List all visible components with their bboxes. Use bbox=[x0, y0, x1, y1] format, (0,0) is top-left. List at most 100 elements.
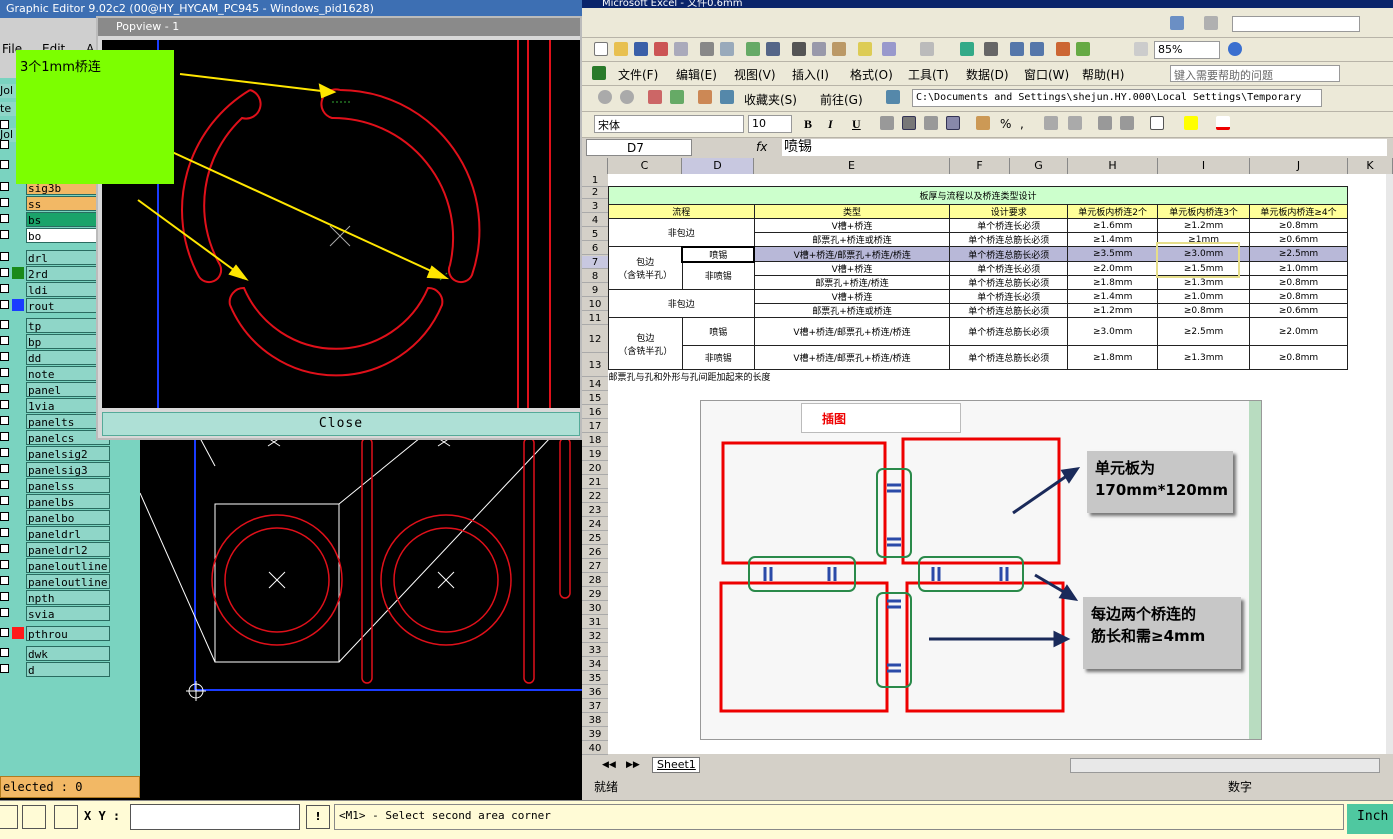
hyperlink-icon[interactable] bbox=[960, 42, 974, 56]
print-preview-icon[interactable] bbox=[720, 42, 734, 56]
paste-icon[interactable] bbox=[832, 42, 846, 56]
select-all-corner[interactable] bbox=[582, 158, 608, 174]
font-color-icon[interactable] bbox=[1216, 116, 1230, 130]
row-header[interactable]: 23 bbox=[582, 504, 608, 517]
row-header[interactable]: 35 bbox=[582, 672, 608, 685]
line-style-select[interactable] bbox=[1232, 16, 1360, 32]
row-header[interactable]: 17 bbox=[582, 420, 608, 433]
row-header[interactable]: 27 bbox=[582, 560, 608, 573]
menu-help[interactable]: 帮助(H) bbox=[1082, 66, 1124, 83]
layer-row[interactable]: paneldrl2 bbox=[0, 542, 112, 557]
row-header[interactable]: 24 bbox=[582, 518, 608, 531]
col-header-f[interactable]: F bbox=[950, 158, 1010, 174]
row-header[interactable]: 34 bbox=[582, 658, 608, 671]
row-header[interactable]: 10 bbox=[582, 298, 608, 311]
font-size-select[interactable]: 10 bbox=[748, 115, 792, 133]
layer-checkbox[interactable] bbox=[0, 384, 9, 393]
layer-checkbox[interactable] bbox=[0, 336, 9, 345]
row-header[interactable]: 15 bbox=[582, 392, 608, 405]
undo-icon[interactable] bbox=[882, 42, 896, 56]
row-header[interactable]: 4 bbox=[582, 214, 608, 227]
layer-checkbox[interactable] bbox=[0, 608, 9, 617]
row-header[interactable]: 14 bbox=[582, 378, 608, 391]
layer-checkbox[interactable] bbox=[0, 214, 9, 223]
eraser-icon[interactable] bbox=[1204, 16, 1218, 30]
col-header-e[interactable]: E bbox=[754, 158, 950, 174]
increase-indent-icon[interactable] bbox=[1120, 116, 1134, 130]
search-web-icon[interactable] bbox=[720, 90, 734, 104]
row-header[interactable]: 25 bbox=[582, 532, 608, 545]
row-header[interactable]: 32 bbox=[582, 630, 608, 643]
copy-icon[interactable] bbox=[812, 42, 826, 56]
col-header-k[interactable]: K bbox=[1348, 158, 1393, 174]
layer-checkbox[interactable] bbox=[0, 182, 9, 191]
col-header-d[interactable]: D bbox=[682, 158, 754, 174]
menu-file[interactable]: 文件(F) bbox=[618, 66, 658, 83]
layer-row[interactable]: panelsig3 bbox=[0, 462, 112, 477]
layer-checkbox[interactable] bbox=[0, 416, 9, 425]
align-left-icon[interactable] bbox=[880, 116, 894, 130]
help-icon[interactable] bbox=[1228, 42, 1242, 56]
units-button[interactable]: Inch bbox=[1347, 804, 1393, 834]
currency-icon[interactable] bbox=[976, 116, 990, 130]
formula-bar[interactable]: 喷锡 bbox=[782, 139, 1387, 156]
row-header[interactable]: 9 bbox=[582, 284, 608, 297]
cut-icon[interactable] bbox=[792, 42, 806, 56]
vertical-scrollbar[interactable] bbox=[1386, 174, 1393, 754]
pencil-icon[interactable] bbox=[1170, 16, 1184, 30]
percent-button[interactable]: % bbox=[1000, 117, 1011, 131]
menu-data[interactable]: 数据(D) bbox=[966, 66, 1009, 83]
sheet-tab-sheet1[interactable]: Sheet1 bbox=[652, 757, 700, 773]
row-header[interactable]: 12 bbox=[582, 326, 608, 353]
row-header[interactable]: 13 bbox=[582, 354, 608, 377]
row-header[interactable]: 33 bbox=[582, 644, 608, 657]
tool-button-1[interactable] bbox=[0, 805, 18, 829]
layer-checkbox[interactable] bbox=[0, 560, 9, 569]
row-header[interactable]: 8 bbox=[582, 270, 608, 283]
layer-checkbox[interactable] bbox=[0, 160, 9, 169]
zoom-select[interactable]: 85% bbox=[1154, 41, 1220, 59]
layer-checkbox[interactable] bbox=[0, 544, 9, 553]
layer-checkbox[interactable] bbox=[0, 320, 9, 329]
menu-window[interactable]: 窗口(W) bbox=[1024, 66, 1069, 83]
row-header[interactable]: 28 bbox=[582, 574, 608, 587]
layer-checkbox[interactable] bbox=[0, 120, 9, 129]
spelling-icon[interactable] bbox=[746, 42, 760, 56]
email-icon[interactable] bbox=[674, 42, 688, 56]
col-header-j[interactable]: J bbox=[1250, 158, 1348, 174]
row-header[interactable]: 7 bbox=[582, 256, 608, 269]
excel-doc-icon[interactable] bbox=[592, 66, 606, 80]
menu-format[interactable]: 格式(O) bbox=[850, 66, 893, 83]
close-button[interactable]: Close bbox=[102, 412, 580, 436]
row-header[interactable]: 37 bbox=[582, 700, 608, 713]
format-painter-icon[interactable] bbox=[858, 42, 872, 56]
permission-icon[interactable] bbox=[654, 42, 668, 56]
fx-icon[interactable]: fx bbox=[756, 140, 767, 154]
home-icon[interactable] bbox=[698, 90, 712, 104]
layer-checkbox[interactable] bbox=[0, 464, 9, 473]
layer-checkbox[interactable] bbox=[0, 140, 9, 149]
row-header[interactable]: 21 bbox=[582, 476, 608, 489]
layer-row[interactable]: paneldrl bbox=[0, 526, 112, 541]
col-header-i[interactable]: I bbox=[1158, 158, 1250, 174]
stop-icon[interactable] bbox=[648, 90, 662, 104]
row-header[interactable]: 29 bbox=[582, 588, 608, 601]
layer-checkbox[interactable] bbox=[0, 230, 9, 239]
col-header-g[interactable]: G bbox=[1010, 158, 1068, 174]
open-icon[interactable] bbox=[614, 42, 628, 56]
back-icon[interactable] bbox=[598, 90, 612, 104]
show-web-toolbar-icon[interactable] bbox=[886, 90, 900, 104]
underline-button[interactable]: U bbox=[852, 117, 861, 132]
active-cell-d7[interactable]: 喷锡 bbox=[681, 245, 756, 263]
name-box[interactable]: D7 bbox=[586, 139, 692, 156]
decrease-indent-icon[interactable] bbox=[1098, 116, 1112, 130]
row-header[interactable]: 30 bbox=[582, 602, 608, 615]
row-header[interactable]: 3 bbox=[582, 200, 608, 213]
layer-checkbox[interactable] bbox=[0, 284, 9, 293]
tool-button-2[interactable] bbox=[22, 805, 46, 829]
row-header[interactable]: 20 bbox=[582, 462, 608, 475]
layer-checkbox[interactable] bbox=[0, 648, 9, 657]
layer-row[interactable]: svia bbox=[0, 606, 112, 621]
layer-row[interactable]: panelss bbox=[0, 478, 112, 493]
layer-row[interactable]: paneloutline bbox=[0, 558, 112, 573]
